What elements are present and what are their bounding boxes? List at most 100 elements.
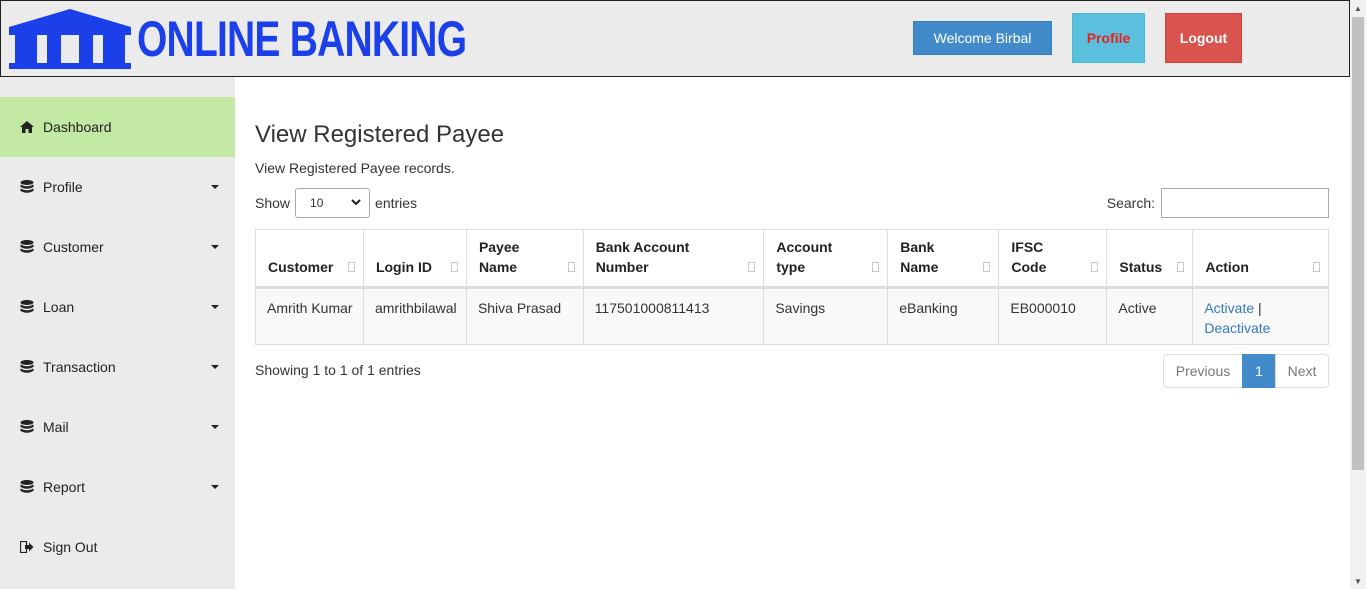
database-icon xyxy=(19,299,35,315)
column-header-label: Bank Name xyxy=(900,239,939,275)
sidebar-item-label: Sign Out xyxy=(43,539,98,555)
caret-down-icon xyxy=(211,485,219,489)
column-header-payee-name[interactable]: Payee Name xyxy=(465,229,584,289)
sidebar-item-label: Report xyxy=(43,479,86,495)
table-header-row: Customer Login ID Payee Name Bank Accoun… xyxy=(255,229,1329,289)
sidebar-item-transaction[interactable]: Transaction xyxy=(0,337,235,397)
cell-payee-name: Shiva Prasad xyxy=(465,287,584,345)
entries-label: entries xyxy=(375,195,418,211)
payee-table: Customer Login ID Payee Name Bank Accoun… xyxy=(255,229,1329,345)
scroll-up-arrow-icon[interactable]: ▲ xyxy=(1350,0,1366,16)
caret-down-icon xyxy=(211,305,219,309)
logo-text: ONLINE BANKING xyxy=(137,11,467,67)
sidebar-item-dashboard[interactable]: Dashboard xyxy=(0,97,235,157)
pagination: Previous 1 Next xyxy=(1163,354,1329,388)
entries-select-value: 10 xyxy=(310,196,324,210)
caret-down-icon xyxy=(211,245,219,249)
cell-action: Activate | Deactivate xyxy=(1192,287,1329,345)
cell-ifsc-code: EB000010 xyxy=(998,287,1108,345)
welcome-button[interactable]: Welcome Birbal xyxy=(913,21,1052,55)
sidebar-item-label: Customer xyxy=(43,239,104,255)
logout-button[interactable]: Logout xyxy=(1165,13,1242,63)
logo: ONLINE BANKING xyxy=(7,9,559,69)
column-header-label: Login ID xyxy=(375,259,432,275)
database-icon xyxy=(19,479,35,495)
cell-status: Active xyxy=(1106,287,1194,345)
sort-icon xyxy=(1091,262,1099,272)
action-separator: | xyxy=(1258,300,1262,316)
cell-bank-name: eBanking xyxy=(887,287,1000,345)
page-title: View Registered Payee xyxy=(255,121,505,148)
column-header-account-number[interactable]: Bank Account Number xyxy=(582,229,765,289)
sidebar-item-label: Mail xyxy=(43,419,69,435)
scrollbar-thumb[interactable] xyxy=(1352,17,1364,470)
bank-building-icon xyxy=(9,9,131,69)
database-icon xyxy=(19,359,35,375)
sidebar-item-customer[interactable]: Customer xyxy=(0,217,235,277)
column-header-ifsc-code[interactable]: IFSC Code xyxy=(998,229,1108,289)
sidebar-item-loan[interactable]: Loan xyxy=(0,277,235,337)
sidebar-item-mail[interactable]: Mail xyxy=(0,397,235,457)
search-control: Search: xyxy=(1107,188,1329,218)
sidebar-item-sign-out[interactable]: Sign Out xyxy=(0,517,235,577)
column-header-login-id[interactable]: Login ID xyxy=(362,229,467,289)
database-icon xyxy=(19,419,35,435)
sort-icon xyxy=(1177,262,1185,272)
database-icon xyxy=(19,239,35,255)
column-header-account-type[interactable]: Account type xyxy=(763,229,889,289)
sidebar-item-label: Transaction xyxy=(43,359,116,375)
cell-account-number: 117501000811413 xyxy=(582,287,765,345)
sidebar-item-report[interactable]: Report xyxy=(0,457,235,517)
page-scrollbar[interactable]: ▲ ▼ xyxy=(1350,0,1366,589)
caret-down-icon xyxy=(211,365,219,369)
sort-icon xyxy=(1313,262,1320,272)
scroll-down-arrow-icon[interactable]: ▼ xyxy=(1350,573,1366,589)
cell-customer: Amrith Kumar xyxy=(255,287,364,345)
column-header-label: Action xyxy=(1205,259,1249,275)
column-header-action[interactable]: Action xyxy=(1192,229,1329,289)
cell-account-type: Savings xyxy=(763,287,889,345)
sort-icon xyxy=(983,262,991,272)
entries-length-control: Show 10 entries xyxy=(255,188,417,218)
deactivate-link[interactable]: Deactivate xyxy=(1204,320,1270,336)
column-header-label: Customer xyxy=(268,259,334,275)
column-header-label: Status xyxy=(1119,259,1163,275)
chevron-down-icon xyxy=(351,199,361,206)
sidebar-item-profile[interactable]: Profile xyxy=(0,157,235,217)
entries-select[interactable]: 10 xyxy=(295,188,371,218)
sort-icon xyxy=(450,262,458,272)
sidebar-item-label: Dashboard xyxy=(43,119,112,135)
activate-link[interactable]: Activate xyxy=(1204,300,1254,316)
sort-icon xyxy=(347,262,355,272)
column-header-label: Bank Account Number xyxy=(595,239,690,275)
page-number-button[interactable]: 1 xyxy=(1242,354,1276,388)
next-page-button[interactable]: Next xyxy=(1275,354,1329,388)
sidebar: Dashboard Profile Customer Loan Transact… xyxy=(0,77,235,589)
caret-down-icon xyxy=(211,185,219,189)
home-icon xyxy=(19,119,35,135)
header-bar: ONLINE BANKING Welcome Birbal Profile Lo… xyxy=(0,0,1350,77)
column-header-bank-name[interactable]: Bank Name xyxy=(887,229,1000,289)
caret-down-icon xyxy=(211,425,219,429)
column-header-status[interactable]: Status xyxy=(1106,229,1194,289)
previous-page-button[interactable]: Previous xyxy=(1163,354,1243,388)
table-info: Showing 1 to 1 of 1 entries xyxy=(255,362,421,378)
sort-icon xyxy=(748,262,756,272)
database-icon xyxy=(19,179,35,195)
profile-button[interactable]: Profile xyxy=(1072,13,1145,63)
page-subtitle: View Registered Payee records. xyxy=(255,160,455,176)
column-header-label: IFSC Code xyxy=(1011,239,1047,275)
show-label: Show xyxy=(255,195,291,211)
sign-out-icon xyxy=(19,539,35,555)
sort-icon xyxy=(872,262,880,272)
column-header-label: Payee Name xyxy=(478,239,520,275)
sort-icon xyxy=(567,262,575,272)
search-input[interactable] xyxy=(1161,188,1329,218)
cell-login-id: amrithbilawal xyxy=(362,287,467,345)
sidebar-item-label: Profile xyxy=(43,179,83,195)
sidebar-item-label: Loan xyxy=(43,299,75,315)
column-header-label: Account type xyxy=(776,239,833,275)
search-label: Search: xyxy=(1106,195,1155,211)
table-row: Amrith Kumar amrithbilawal Shiva Prasad … xyxy=(255,287,1329,345)
column-header-customer[interactable]: Customer xyxy=(255,229,364,289)
